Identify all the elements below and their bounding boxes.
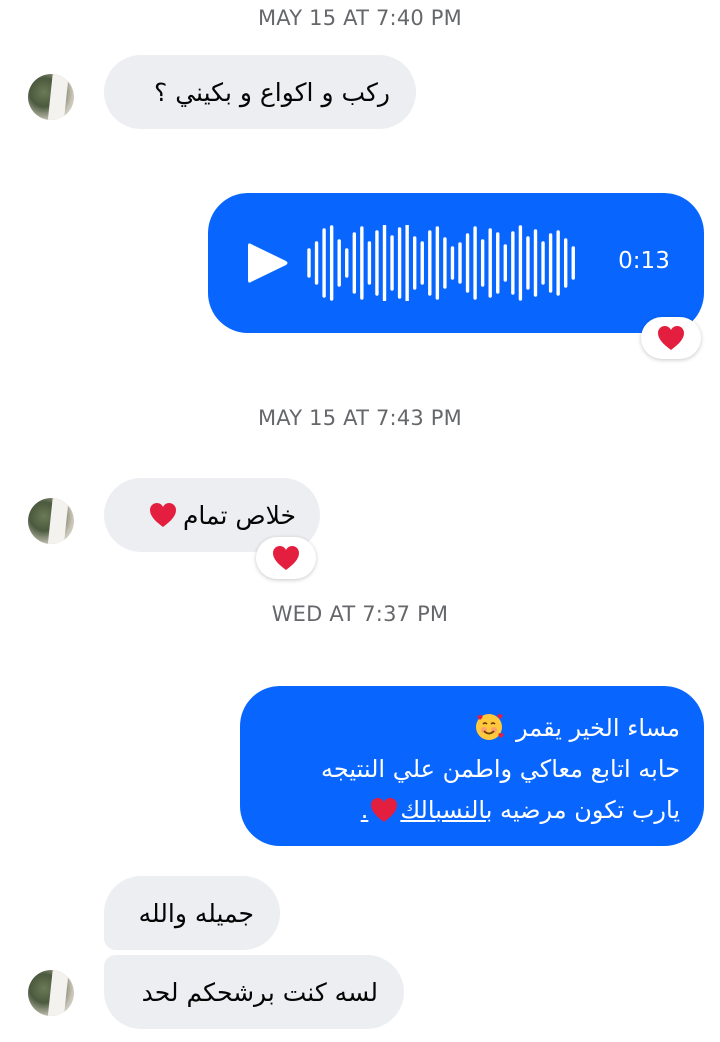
voice-duration: 0:13: [618, 248, 670, 274]
smiling-face-with-hearts-emoji: [476, 714, 505, 740]
red-heart-icon: [149, 503, 176, 527]
message-text: مساء الخير يقمر: [515, 714, 680, 742]
message-text: حابه اتابع معاكي واطمن علي النتيجه: [321, 755, 680, 783]
play-icon[interactable]: [244, 240, 290, 286]
message-text: لسه كنت برشحكم لحد: [141, 977, 378, 1007]
heart-reaction[interactable]: [256, 537, 316, 579]
avatar[interactable]: [28, 498, 74, 544]
red-heart-icon: [273, 546, 299, 570]
heart-reaction[interactable]: [641, 317, 701, 359]
incoming-message[interactable]: لسه كنت برشحكم لحد: [104, 955, 404, 1029]
message-link[interactable]: بالنسبالك: [400, 796, 492, 824]
waveform-icon: [307, 225, 575, 301]
message-text: يارب تكون مرضيه: [492, 796, 680, 824]
timestamp: MAY 15 AT 7:43 PM: [257, 406, 462, 430]
message-text: خلاص تمام: [182, 500, 296, 530]
red-heart-icon: [371, 798, 398, 822]
avatar[interactable]: [28, 74, 74, 120]
message-line: مساء الخير يقمر: [260, 708, 680, 749]
message-text: ركب و اكواع و بكيني ؟: [154, 77, 390, 107]
message-line: يارب تكون مرضيه بالنسبالك.: [260, 790, 680, 831]
incoming-message[interactable]: ركب و اكواع و بكيني ؟: [104, 55, 416, 129]
message-text: جميله والله: [138, 898, 254, 928]
avatar[interactable]: [28, 970, 74, 1016]
timestamp: WED AT 7:37 PM: [271, 602, 449, 626]
incoming-message[interactable]: جميله والله: [104, 876, 280, 950]
outgoing-message[interactable]: مساء الخير يقمر حابه اتابع معاكي واطمن ع…: [240, 686, 704, 846]
message-text: .: [360, 796, 369, 824]
red-heart-icon: [658, 326, 684, 350]
timestamp: MAY 15 AT 7:40 PM: [257, 6, 462, 30]
